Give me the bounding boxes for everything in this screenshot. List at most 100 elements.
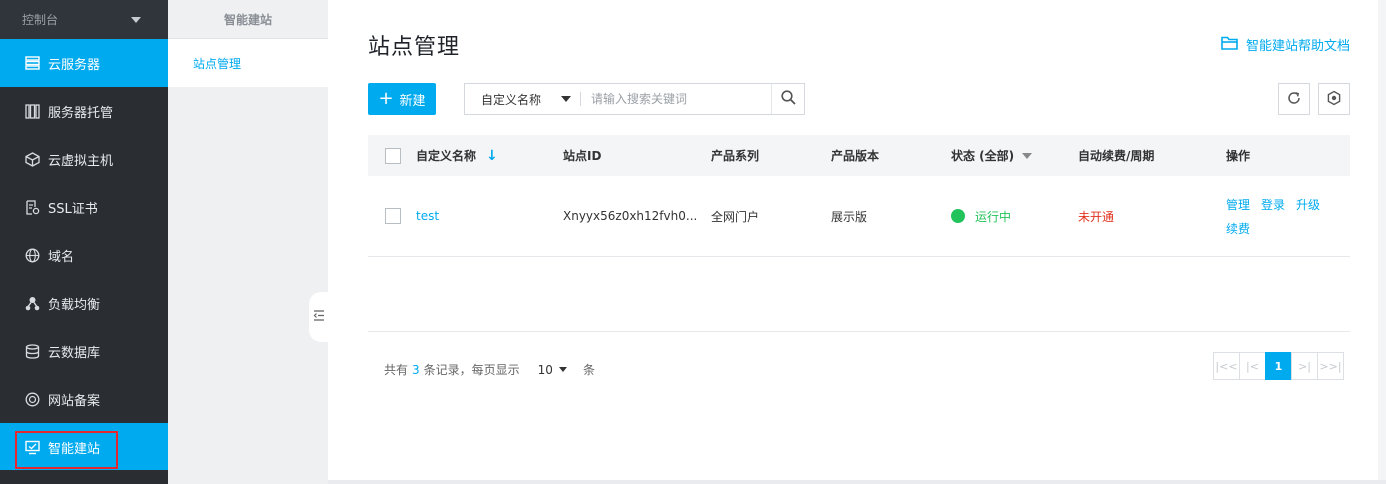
chevron-down-icon — [1022, 152, 1033, 159]
manage-link[interactable]: 管理 — [1226, 196, 1250, 213]
first-page-button[interactable]: |<< — [1213, 352, 1240, 380]
search-field-value: 自定义名称 — [481, 92, 542, 107]
console-sidebar: 控制台 云服务器 服务器托管 云虚拟主机 SSL证书 域名 负载均衡 云数据库 … — [0, 0, 168, 484]
page-size-value: 10 — [537, 362, 553, 377]
settings-button[interactable] — [1318, 83, 1350, 115]
renew-link[interactable]: 续费 — [1226, 220, 1250, 237]
column-header-operations: 操作 — [1226, 149, 1251, 163]
table-bottom-divider — [368, 331, 1350, 332]
sidebar-item-hosting[interactable]: 服务器托管 — [0, 87, 168, 135]
rack-icon — [24, 103, 40, 119]
column-header-status-filter[interactable]: 状态 (全部) — [951, 147, 1033, 164]
chevron-down-icon — [558, 367, 567, 372]
version-value: 展示版 — [831, 209, 868, 224]
series-value: 全网门户 — [711, 209, 760, 224]
table-row: test Xnyyx56z0xh12fvh0... 全网门户 展示版 运行中 未… — [368, 176, 1350, 257]
cube-icon — [24, 151, 40, 167]
sidebar-item-cloud-server[interactable]: 云服务器 — [0, 39, 168, 87]
collapse-list-icon — [313, 310, 325, 324]
page-bottom-edge — [328, 480, 1386, 484]
sidebar-item-label: 智能建站 — [48, 441, 101, 457]
monitor-icon — [24, 439, 40, 455]
sidebar-item-domain[interactable]: 域名 — [0, 231, 168, 279]
sidebar-item-label: 云服务器 — [48, 57, 101, 73]
plus-icon: + — [378, 88, 394, 109]
last-page-button[interactable]: >>| — [1317, 352, 1344, 380]
collapse-subnav-button[interactable] — [309, 292, 328, 342]
sidebar-item-label: 云虚拟主机 — [48, 153, 114, 169]
sidebar-item-virtual-host[interactable]: 云虚拟主机 — [0, 135, 168, 183]
status-dot-icon — [951, 209, 965, 223]
row-checkbox[interactable] — [385, 208, 401, 224]
server-list-icon — [24, 55, 40, 71]
row-actions: 管理 登录 升级 续费 — [1226, 196, 1336, 237]
search-input[interactable] — [581, 84, 771, 114]
subnav-item-site-management[interactable]: 站点管理 — [168, 39, 328, 87]
sidebar-item-load-balance[interactable]: 负载均衡 — [0, 279, 168, 327]
refresh-button[interactable] — [1278, 83, 1310, 115]
auto-renew-value: 未开通 — [1078, 209, 1115, 224]
certificate-icon — [24, 199, 40, 215]
help-docs-link[interactable]: 智能建站帮助文档 — [1221, 35, 1350, 54]
help-link-label: 智能建站帮助文档 — [1245, 39, 1350, 54]
folder-icon — [1221, 36, 1246, 54]
header-label: 自定义名称 — [416, 149, 477, 163]
pagination-summary: 共有 3 条记录，每页显示 10 条 — [384, 361, 595, 378]
column-header-version: 产品版本 — [831, 149, 880, 163]
prev-page-button[interactable]: |< — [1239, 352, 1266, 380]
total-count: 3 — [412, 362, 420, 377]
next-page-button[interactable]: >| — [1291, 352, 1318, 380]
sidebar-item-icp-record[interactable]: 网站备案 — [0, 375, 168, 423]
load-balance-icon — [24, 295, 40, 311]
search-button[interactable] — [771, 84, 804, 114]
double-chevron-right-icon: >>| — [1319, 359, 1342, 373]
login-link[interactable]: 登录 — [1261, 196, 1285, 213]
globe-icon — [24, 247, 40, 263]
sidebar-item-label: 服务器托管 — [48, 105, 114, 121]
main-panel: 站点管理 智能建站帮助文档 + 新建 自定义名称 请输入搜索关键词 自定义名称 … — [328, 0, 1378, 480]
column-header-auto-renew: 自动续费/周期 — [1078, 149, 1155, 163]
sidebar-item-smart-site[interactable]: 智能建站 — [0, 423, 168, 471]
sidebar-item-ssl[interactable]: SSL证书 — [0, 183, 168, 231]
sidebar-item-label: SSL证书 — [48, 201, 98, 217]
sidebar-item-label: 网站备案 — [48, 393, 101, 409]
column-header-name[interactable]: 自定义名称 ↓ — [416, 147, 498, 164]
header-label: 状态 (全部) — [951, 149, 1015, 163]
table-header: 自定义名称 ↓ 站点ID 产品系列 产品版本 状态 (全部) 自动续费/周期 操… — [368, 135, 1350, 176]
console-label: 控制台 — [22, 13, 59, 27]
sidebar-item-database[interactable]: 云数据库 — [0, 327, 168, 375]
sub-navigation: 智能建站 站点管理 — [168, 0, 328, 484]
chevron-down-icon — [131, 16, 141, 23]
select-all-checkbox[interactable] — [385, 147, 401, 164]
upgrade-link[interactable]: 升级 — [1296, 196, 1320, 213]
sidebar-footer — [0, 470, 168, 484]
subnav-title: 智能建站 — [168, 0, 328, 39]
pagination-unit: 条 — [582, 363, 595, 377]
sort-down-arrow-icon: ↓ — [486, 147, 498, 164]
page-number-button[interactable]: 1 — [1265, 352, 1292, 380]
site-name-link[interactable]: test — [416, 209, 439, 223]
sites-table: 自定义名称 ↓ 站点ID 产品系列 产品版本 状态 (全部) 自动续费/周期 操… — [368, 135, 1350, 257]
column-header-series: 产品系列 — [711, 149, 760, 163]
page-title: 站点管理 — [368, 35, 461, 60]
new-site-button[interactable]: + 新建 — [368, 83, 436, 115]
double-chevron-left-icon: |<< — [1215, 359, 1238, 373]
chevron-right-icon: >| — [1298, 359, 1311, 373]
sidebar-item-label: 域名 — [48, 249, 75, 265]
database-icon — [24, 343, 40, 359]
new-button-label: 新建 — [399, 93, 426, 109]
refresh-icon — [1286, 90, 1302, 109]
page-size-select[interactable]: 10 — [538, 363, 567, 377]
column-header-site-id: 站点ID — [563, 149, 602, 163]
search-field-select[interactable]: 自定义名称 — [465, 84, 581, 114]
site-id-value: Xnyyx56z0xh12fvh0... — [563, 209, 698, 223]
chevron-left-icon: |< — [1246, 359, 1259, 373]
sidebar-item-label: 负载均衡 — [48, 297, 101, 313]
chevron-down-icon — [561, 96, 571, 102]
gear-icon — [1326, 90, 1342, 109]
status-badge: 运行中 — [951, 208, 1011, 225]
search-bar: 自定义名称 — [464, 83, 805, 115]
record-badge-icon — [24, 391, 40, 407]
search-icon — [780, 90, 796, 108]
console-menu-toggle[interactable]: 控制台 — [0, 0, 168, 39]
